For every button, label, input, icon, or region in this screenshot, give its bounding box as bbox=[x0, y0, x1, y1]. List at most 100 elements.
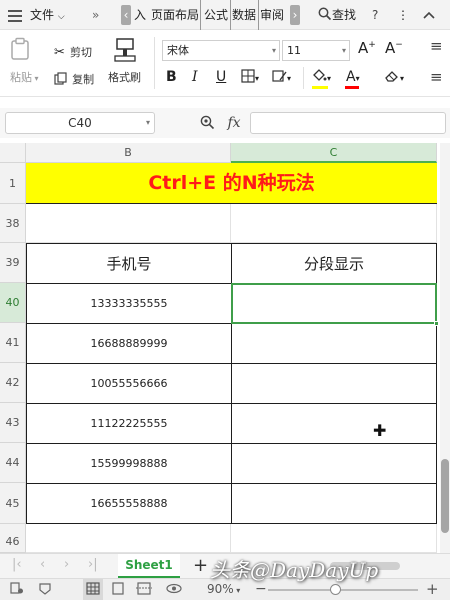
paste-button[interactable] bbox=[10, 37, 32, 65]
row-header[interactable]: 45 bbox=[0, 483, 26, 524]
cell-b38[interactable] bbox=[26, 204, 231, 243]
copy-button[interactable]: 复制 bbox=[54, 68, 94, 87]
tab-scroll-left-button[interactable]: ‹ bbox=[121, 5, 131, 25]
row-header[interactable]: 1 bbox=[0, 163, 26, 204]
font-name-select[interactable]: 宋体 ▾ bbox=[162, 40, 280, 61]
formula-input[interactable] bbox=[250, 112, 446, 134]
cell-c38[interactable] bbox=[231, 204, 437, 243]
zoom-in-button[interactable]: + bbox=[426, 579, 439, 600]
tab-formulas[interactable]: 公式 bbox=[204, 0, 228, 30]
phone-cell[interactable]: 15599998888 bbox=[26, 443, 232, 484]
tab-data[interactable]: 数据 bbox=[232, 0, 256, 30]
last-sheet-icon[interactable]: ›| bbox=[88, 557, 98, 572]
macro-record-icon[interactable] bbox=[10, 579, 24, 600]
decrease-font-size-button[interactable]: A− bbox=[385, 39, 403, 57]
prev-sheet-icon[interactable]: ‹ bbox=[40, 557, 45, 572]
tab-scroll-right-button[interactable]: › bbox=[290, 5, 300, 25]
search-button[interactable]: 查找 bbox=[318, 0, 356, 30]
file-menu-label: 文件 bbox=[30, 8, 55, 22]
row-header[interactable]: 38 bbox=[0, 204, 26, 243]
sheet-tab-sheet1[interactable]: Sheet1 bbox=[118, 554, 180, 578]
header-cell-segmented[interactable]: 分段显示 bbox=[231, 243, 437, 284]
reading-mode-icon[interactable] bbox=[166, 579, 182, 600]
row-header[interactable]: 43 bbox=[0, 403, 26, 443]
segment-cell[interactable] bbox=[231, 323, 437, 364]
file-menu[interactable]: 文件 ⌵ bbox=[30, 0, 65, 30]
first-sheet-icon[interactable]: |‹ bbox=[12, 557, 22, 572]
phone-cell[interactable]: 13333335555 bbox=[26, 283, 232, 324]
zoom-slider-knob[interactable] bbox=[330, 584, 341, 595]
next-sheet-icon[interactable]: › bbox=[64, 557, 69, 572]
zoom-search-icon[interactable] bbox=[200, 115, 219, 131]
cut-button[interactable]: ✂ 剪切 bbox=[54, 41, 92, 60]
bold-button[interactable]: B bbox=[166, 68, 177, 86]
search-icon bbox=[318, 7, 332, 21]
clear-format-button[interactable]: ▾ bbox=[384, 68, 404, 88]
cell-style-icon bbox=[272, 70, 287, 82]
name-box-value: C40 bbox=[68, 116, 92, 130]
borders-button[interactable]: ▾ bbox=[241, 68, 259, 88]
copy-label: 复制 bbox=[72, 73, 95, 86]
row-header[interactable]: 41 bbox=[0, 323, 26, 363]
tab-insert[interactable]: 入 bbox=[134, 0, 146, 30]
segment-cell[interactable] bbox=[231, 443, 437, 484]
font-size-select[interactable]: 11 ▾ bbox=[282, 40, 350, 61]
segment-cell[interactable] bbox=[231, 483, 437, 524]
segment-cell[interactable] bbox=[231, 363, 437, 404]
add-sheet-button[interactable]: + bbox=[193, 554, 208, 578]
select-all-corner[interactable] bbox=[0, 143, 26, 163]
cell-cursor-icon: ✚ bbox=[373, 421, 387, 440]
cell-style-button[interactable]: ▾ bbox=[272, 68, 291, 88]
chevron-down-icon: ▾ bbox=[271, 46, 276, 55]
protect-icon[interactable] bbox=[38, 579, 52, 600]
cell-b46[interactable] bbox=[26, 524, 231, 553]
function-icon[interactable]: fx bbox=[227, 115, 240, 131]
fill-handle[interactable] bbox=[434, 321, 439, 326]
normal-view-icon[interactable] bbox=[83, 579, 103, 600]
column-header-b[interactable]: B bbox=[26, 143, 231, 163]
zoom-slider-track[interactable] bbox=[268, 589, 418, 591]
cut-label: 剪切 bbox=[70, 46, 92, 59]
watermark: 头条@DayDayUp bbox=[210, 558, 379, 582]
vertical-scroll-thumb[interactable] bbox=[441, 459, 449, 533]
more-options-icon[interactable]: ⋮ bbox=[397, 0, 410, 30]
row-header[interactable]: 46 bbox=[0, 524, 26, 553]
name-box[interactable]: C40 ▾ bbox=[5, 112, 155, 134]
format-painter-button[interactable] bbox=[113, 37, 137, 67]
chevron-down-icon: ⌵ bbox=[57, 12, 65, 22]
phone-cell[interactable]: 10055556666 bbox=[26, 363, 232, 404]
active-cell-selection[interactable] bbox=[231, 283, 439, 326]
italic-button[interactable]: I bbox=[192, 68, 198, 86]
vertical-scrollbar[interactable] bbox=[440, 143, 450, 553]
tab-review[interactable]: 审阅 bbox=[260, 0, 284, 30]
row-header[interactable]: 39 bbox=[0, 243, 26, 283]
menu-bar: 文件 ⌵ » ‹ 入 页面布局 公式 数据 审阅 › 查找 ? ⋮ bbox=[0, 0, 450, 30]
page-break-view-icon[interactable] bbox=[136, 579, 152, 600]
title-cell[interactable]: Ctrl+E 的N种玩法 bbox=[26, 163, 437, 204]
eraser-icon bbox=[385, 71, 398, 82]
align-lines-icon[interactable]: ≡ bbox=[430, 68, 443, 86]
cell-c46[interactable] bbox=[231, 524, 437, 553]
increase-font-size-button[interactable]: A+ bbox=[358, 39, 376, 57]
underline-button[interactable]: U bbox=[216, 68, 226, 86]
page-layout-view-icon[interactable] bbox=[111, 579, 125, 600]
phone-cell[interactable]: 16655558888 bbox=[26, 483, 232, 524]
tab-page-layout[interactable]: 页面布局 bbox=[151, 0, 199, 30]
formula-bar: C40 ▾ fx bbox=[0, 108, 450, 138]
help-icon[interactable]: ? bbox=[372, 0, 378, 30]
spreadsheet-grid: B C 1 Ctrl+E 的N种玩法 38 46 39 手机号 分段显示 40 … bbox=[0, 143, 440, 553]
fill-color-button[interactable]: ▾ bbox=[311, 68, 331, 88]
phone-cell[interactable]: 16688889999 bbox=[26, 323, 232, 364]
row-header[interactable]: 42 bbox=[0, 363, 26, 403]
font-color-button[interactable]: A▾ bbox=[346, 68, 360, 88]
collapse-ribbon-icon[interactable] bbox=[423, 0, 435, 30]
phone-cell[interactable]: 11122225555 bbox=[26, 403, 232, 444]
align-lines-icon[interactable]: ≡ bbox=[430, 37, 443, 55]
row-header[interactable]: 44 bbox=[0, 443, 26, 483]
double-chevron-right-icon[interactable]: » bbox=[92, 0, 99, 30]
column-header-c[interactable]: C bbox=[231, 143, 437, 163]
row-header[interactable]: 40 bbox=[0, 283, 26, 323]
header-cell-phone[interactable]: 手机号 bbox=[26, 243, 232, 284]
segment-cell[interactable] bbox=[231, 403, 437, 444]
hamburger-menu-icon[interactable] bbox=[8, 0, 22, 30]
